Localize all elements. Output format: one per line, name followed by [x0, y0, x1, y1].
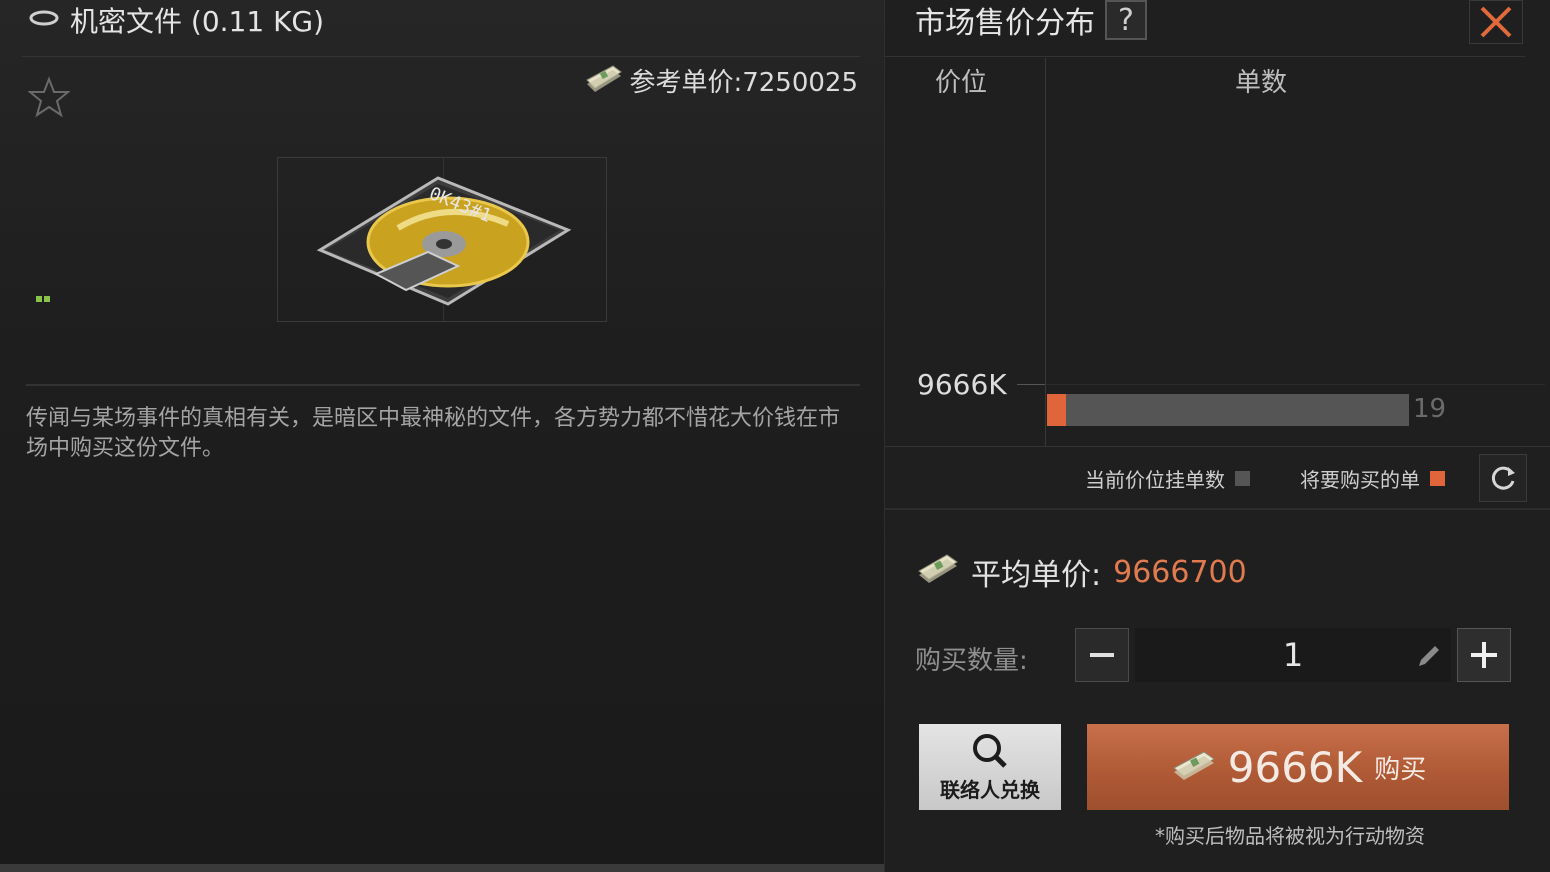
item-title: 机密文件 (0.11 KG) — [70, 5, 325, 38]
item-detail-panel: 机密文件 (0.11 KG) 参考单价:7250025 0K43#1 传闻与某场… — [0, 0, 884, 872]
column-header-price: 价位 — [935, 68, 988, 98]
legend-buy-label: 将要购买的单 — [1300, 468, 1420, 492]
column-header-count: 单数 — [1235, 68, 1288, 98]
legend-current-label: 当前价位挂单数 — [1085, 468, 1225, 492]
market-panel: 市场售价分布 ? 价位 单数 9666K 19 当前价位挂单数 将要购买的单 平… — [884, 0, 1550, 872]
chart-row-line — [1045, 384, 1545, 385]
refresh-button[interactable] — [1479, 454, 1527, 502]
status-indicator — [36, 296, 50, 302]
minus-icon — [1090, 653, 1114, 657]
divider — [885, 56, 1525, 57]
classified-disk-icon: 0K43#1 — [316, 176, 572, 306]
market-title-bar: 市场售价分布 ? — [915, 0, 1147, 41]
purchase-note: *购买后物品将被视为行动物资 — [1155, 824, 1425, 848]
increase-quantity-button[interactable] — [1457, 628, 1511, 682]
help-button[interactable]: ? — [1105, 0, 1147, 40]
refresh-icon — [1491, 466, 1515, 490]
money-icon — [583, 62, 623, 99]
reference-price-text: 参考单价:7250025 — [629, 68, 858, 98]
search-icon — [973, 733, 1007, 768]
item-title-bar: 机密文件 (0.11 KG) — [28, 0, 324, 40]
close-icon — [1480, 6, 1512, 38]
quantity-input[interactable]: 1 — [1135, 628, 1451, 682]
legend-buy-swatch — [1430, 471, 1445, 486]
buy-button[interactable]: 9666K 购买 — [1087, 724, 1509, 810]
divider — [22, 56, 860, 57]
buy-amount: 9666K — [1227, 742, 1363, 792]
plus-icon — [1471, 642, 1497, 668]
contact-exchange-label: 联络人兑换 — [940, 777, 1040, 802]
market-title: 市场售价分布 — [915, 6, 1095, 41]
money-icon — [1170, 748, 1216, 786]
decrease-quantity-button[interactable] — [1075, 628, 1129, 682]
divider — [885, 508, 1550, 510]
quantity-label: 购买数量: — [915, 646, 1028, 676]
chart-price-label: 9666K — [917, 368, 1007, 401]
reference-price: 参考单价:7250025 — [583, 62, 858, 99]
legend-current-swatch — [1235, 471, 1250, 486]
scroll-strip — [0, 864, 884, 872]
divider — [885, 446, 1550, 447]
close-button[interactable] — [1469, 0, 1523, 44]
money-icon — [915, 551, 959, 593]
chart-bar-buy — [1047, 394, 1066, 426]
average-price-label: 平均单价: — [971, 558, 1102, 593]
average-price: 平均单价: 9666700 — [915, 550, 1247, 594]
pencil-icon[interactable] — [1415, 640, 1443, 672]
favorite-star-icon[interactable] — [27, 76, 71, 122]
item-image-frame: 0K43#1 — [277, 157, 607, 322]
item-description: 传闻与某场事件的真相有关，是暗区中最神秘的文件，各方势力都不惜花大价钱在市场中购… — [26, 406, 841, 461]
chart-tick — [1017, 384, 1045, 385]
chart-axis-line — [1045, 58, 1046, 446]
average-price-value: 9666700 — [1113, 554, 1247, 590]
ring-icon — [28, 7, 60, 33]
contact-exchange-button[interactable]: 联络人兑换 — [919, 724, 1061, 810]
divider — [26, 384, 860, 386]
chart-bar-count-label: 19 — [1413, 394, 1447, 424]
chart-legend: 当前价位挂单数 将要购买的单 — [1085, 464, 1445, 493]
chart-bar-current — [1047, 394, 1409, 426]
buy-label: 购买 — [1374, 754, 1427, 785]
